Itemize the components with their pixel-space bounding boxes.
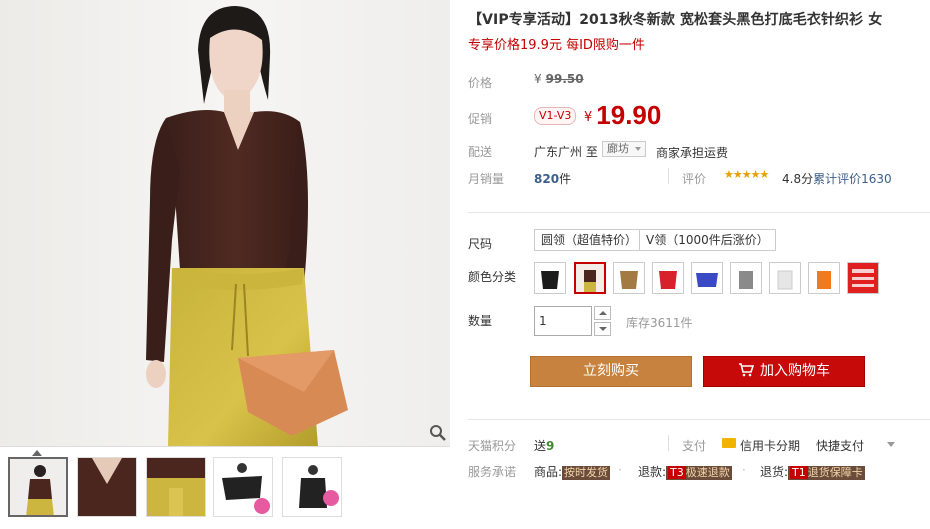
chevron-down-icon (635, 147, 641, 151)
divider (468, 212, 930, 213)
review-label: 评价 (682, 172, 707, 186)
main-product-image[interactable] (0, 0, 450, 446)
shipping-label: 配送 (468, 145, 493, 159)
service-tag-text: 退货保障卡 (807, 466, 863, 479)
destination-select[interactable]: 廊坊 (602, 141, 646, 157)
thumbnail-3[interactable] (146, 457, 206, 517)
color-swatch-orange[interactable] (808, 262, 840, 294)
quantity-decrease-button[interactable] (594, 322, 611, 336)
thumbnail-1[interactable] (8, 457, 68, 517)
price-label: 价格 (468, 76, 493, 90)
promo-price: ¥19.90 (584, 100, 661, 131)
credit-card-installment[interactable]: 信用卡分期 (740, 437, 800, 454)
service-tag-text: 极速退款 (685, 466, 730, 479)
thumbnail-strip (0, 446, 450, 529)
promo-label: 促销 (468, 112, 493, 126)
size-label: 尺码 (468, 237, 493, 251)
magnifier-zoom-icon[interactable] (428, 423, 448, 443)
chevron-down-icon[interactable] (887, 442, 895, 447)
add-to-cart-button[interactable]: 加入购物车 (703, 356, 865, 387)
chevron-up-icon (599, 311, 607, 315)
model-photo (0, 0, 450, 446)
separator-dot: · (618, 463, 622, 477)
color-swatch-brown[interactable] (574, 262, 606, 294)
add-to-cart-label: 加入购物车 (760, 363, 830, 379)
original-price-currency: ¥ (534, 72, 542, 86)
size-option-v-neck[interactable]: V领（1000件后涨价） (639, 229, 776, 251)
review-count-link[interactable]: 累计评价1630 (813, 172, 892, 186)
quantity-label: 数量 (468, 314, 493, 328)
service-code: T3 (668, 466, 686, 479)
service-prefix: 退款: (638, 465, 667, 479)
monthly-sales-value: 820件 (534, 170, 571, 187)
thumbnail-5[interactable] (282, 457, 342, 517)
service-ontime-shipping: 商品: 按时发货 (534, 463, 611, 480)
color-swatch-camel[interactable] (613, 262, 645, 294)
chevron-down-icon (599, 327, 607, 331)
service-code: T1 (790, 466, 808, 479)
rating-score: 4.8分累计评价1630 (782, 170, 892, 187)
destination-value: 廊坊 (607, 142, 629, 155)
quantity-increase-button[interactable] (594, 306, 611, 320)
size-option-round-neck[interactable]: 圆领（超值特价） (534, 229, 645, 251)
divider (668, 168, 669, 184)
service-label: 服务承诺 (468, 465, 517, 479)
original-price-value: 99.50 (545, 72, 584, 86)
color-swatch-grey[interactable] (730, 262, 762, 294)
service-prefix: 商品: (534, 465, 563, 479)
monthly-sales-label: 月销量 (468, 172, 505, 186)
buy-now-button[interactable]: 立刻购买 (530, 356, 692, 387)
color-swatch-red-print[interactable] (847, 262, 879, 294)
service-tag: T3 极速退款 (666, 466, 732, 480)
color-label: 颜色分类 (468, 270, 517, 284)
rating-score-value: 4.8分 (782, 172, 814, 186)
promo-price-value: 19.90 (596, 100, 662, 130)
thumbnail-4[interactable] (213, 457, 273, 517)
points-label: 天猫积分 (468, 439, 517, 453)
payment-label: 支付 (682, 439, 707, 453)
shopping-cart-icon (739, 363, 754, 377)
separator-dot: · (742, 463, 746, 477)
shipping-origin: 广东广州 至 (534, 145, 598, 159)
points-value: 送9 (534, 437, 554, 454)
divider (468, 419, 930, 420)
thumbnail-2[interactable] (77, 457, 137, 517)
quantity-input[interactable]: 1 (534, 306, 592, 336)
rating-stars-icon: ★★★★★ (724, 168, 769, 181)
service-fast-refund: 退款: T3 极速退款 (638, 463, 732, 480)
stock-count: 库存3611件 (626, 316, 693, 330)
credit-card-icon (722, 438, 736, 448)
service-return-guarantee: 退货: T1 退货保障卡 (760, 463, 865, 480)
monthly-sales-count: 820 (534, 172, 560, 186)
monthly-sales-unit: 件 (559, 172, 572, 186)
color-swatch-blue[interactable] (691, 262, 723, 294)
color-swatch-white[interactable] (769, 262, 801, 294)
color-swatch-black[interactable] (534, 262, 566, 294)
vip-level-badge: V1-V3 (534, 107, 577, 125)
product-title: 【VIP专享活动】2013秋冬新款 宽松套头黑色打底毛衣针织衫 女 (468, 12, 883, 28)
divider (668, 435, 669, 451)
quick-pay-option[interactable]: 快捷支付 (816, 437, 864, 454)
product-subtitle: 专享价格19.9元 每ID限购一件 (468, 38, 645, 53)
service-prefix: 退货: (760, 465, 789, 479)
service-tag: T1 退货保障卡 (788, 466, 865, 480)
shipping-fee-note: 商家承担运费 (656, 146, 729, 160)
points-prefix: 送 (534, 439, 547, 453)
color-swatch-red[interactable] (652, 262, 684, 294)
points-number: 9 (546, 439, 555, 453)
service-tag: 按时发货 (562, 466, 611, 480)
original-price: ¥99.50 (534, 72, 584, 86)
promo-price-currency: ¥ (584, 110, 593, 125)
active-thumbnail-pointer (32, 450, 42, 456)
